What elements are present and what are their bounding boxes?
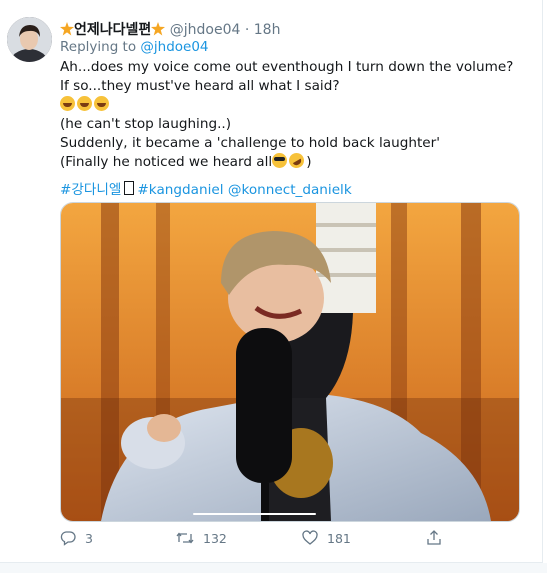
star-icon bbox=[60, 22, 74, 36]
timestamp[interactable]: 18h bbox=[254, 22, 281, 38]
replying-prefix: Replying to bbox=[60, 39, 137, 55]
reply-icon bbox=[60, 531, 76, 546]
grinning-squinting-emoji bbox=[60, 96, 75, 111]
video-frame bbox=[61, 203, 519, 521]
tweet-line: (Finally he noticed we heard all bbox=[60, 154, 273, 170]
retweet-count: 132 bbox=[203, 530, 227, 546]
header-separator: · bbox=[244, 22, 250, 38]
replying-to: Replying to @jhdoe04 bbox=[60, 39, 209, 55]
line-end: ) bbox=[306, 154, 312, 170]
hashtag-line: #강다니엘 #kangdaniel @konnect_danielk bbox=[60, 178, 352, 198]
hashtag-korean[interactable]: #강다니엘 bbox=[60, 182, 121, 198]
retweet-button[interactable]: 132 bbox=[176, 528, 227, 548]
tweet-line: Suddenly, it became a 'challenge to hold… bbox=[60, 135, 440, 151]
video-progress-bar[interactable] bbox=[193, 513, 316, 515]
tweet-header: 언제나다넬편 @jhdoe04 · 18h bbox=[60, 19, 280, 39]
replying-to-handle[interactable]: @jhdoe04 bbox=[140, 39, 208, 55]
missing-glyph-icon bbox=[124, 181, 135, 195]
tweet-line: (he can't stop laughing..) bbox=[60, 116, 232, 132]
sunglasses-emoji bbox=[272, 153, 288, 168]
tweet-line-final: (Finally he noticed we heard all) bbox=[60, 150, 530, 172]
display-name[interactable]: 언제나다넬편 bbox=[74, 22, 151, 38]
like-count: 181 bbox=[327, 530, 351, 546]
frame-border-right bbox=[542, 0, 543, 573]
retweet-icon bbox=[176, 532, 194, 544]
like-button[interactable]: 181 bbox=[302, 528, 351, 548]
user-handle[interactable]: @jhdoe04 bbox=[170, 22, 241, 38]
mention-konnect[interactable]: @konnect_danielk bbox=[228, 182, 352, 198]
share-icon bbox=[427, 530, 441, 545]
hashtag-kangdaniel[interactable]: #kangdaniel bbox=[137, 182, 223, 198]
like-icon bbox=[302, 530, 318, 545]
emoji-line bbox=[60, 96, 530, 115]
tweet-line: Ah...does my voice come out eventhough I… bbox=[60, 59, 514, 75]
video-player[interactable] bbox=[60, 202, 520, 522]
rofl-emoji bbox=[286, 150, 307, 171]
avatar-image bbox=[7, 17, 52, 62]
grinning-squinting-emoji bbox=[94, 96, 109, 111]
share-button[interactable] bbox=[426, 528, 442, 548]
reply-count: 3 bbox=[85, 530, 93, 546]
reply-button[interactable]: 3 bbox=[60, 528, 93, 548]
avatar[interactable] bbox=[7, 17, 52, 62]
star-icon bbox=[151, 22, 166, 36]
tweet-actions: 3 132 181 bbox=[60, 528, 530, 548]
grinning-squinting-emoji bbox=[77, 96, 92, 111]
next-tweet-edge bbox=[0, 563, 547, 573]
tweet-line: If so...they must've heard all what I sa… bbox=[60, 78, 340, 94]
tweet-text: Ah...does my voice come out eventhough I… bbox=[60, 58, 530, 172]
